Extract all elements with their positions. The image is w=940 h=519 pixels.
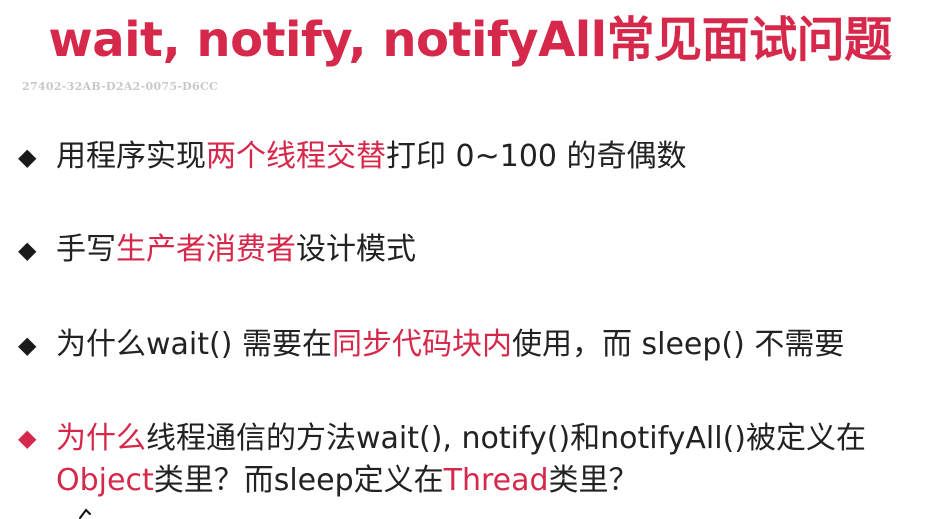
diamond-bullet-icon: ◆: [18, 331, 37, 359]
bullet-highlight: Object: [56, 463, 154, 498]
diamond-bullet-icon: ◆: [18, 424, 37, 452]
bullet-highlight: Thread: [443, 463, 549, 498]
bullet-text: 为什么线程通信的方法wait(), notify()和notifyAll()被定…: [56, 418, 866, 502]
bullet-item: ◆ 为什么线程通信的方法wait(), notify()和notifyAll()被…: [18, 418, 928, 502]
bullet-item: ◆ 用程序实现两个线程交替打印 0~100 的奇偶数: [18, 137, 928, 177]
bullet-text-part: 打印 0~100 的奇偶数: [386, 139, 687, 174]
bullet-text-part: 使用，而 sleep() 不需要: [511, 327, 845, 362]
slide: wait, notify, notifyAll常见面试问题 27402-32AB…: [0, 0, 940, 519]
diamond-bullet-icon: ◆: [18, 143, 37, 171]
bullet-text: 手写生产者消费者设计模式: [56, 230, 416, 270]
bullet-item: ◆ 为什么wait() 需要在同步代码块内使用，而 sleep() 不需要: [18, 325, 928, 365]
bullet-text-part: 设计模式: [296, 232, 416, 267]
bullet-highlight: 同步代码块内: [331, 327, 512, 362]
bullet-text-part: 线程通信的方法wait(), notify()和notifyAll()被定义在: [146, 421, 867, 456]
bullet-text-part: 手写: [56, 232, 116, 267]
bullet-highlight: 为什么: [56, 421, 146, 456]
slide-title: wait, notify, notifyAll常见面试问题: [48, 12, 892, 68]
bullet-text: 用程序实现两个线程交替打印 0~100 的奇偶数: [56, 137, 687, 177]
bullet-highlight: 生产者消费者: [116, 232, 296, 267]
bullet-item: ◆ 手写生产者消费者设计模式: [18, 230, 928, 270]
pen-cursor-icon: [79, 508, 91, 519]
bullet-text-part: 类里？: [548, 463, 639, 498]
watermark-id: 27402-32AB-D2A2-0075-D6CC: [22, 80, 219, 93]
bullet-highlight: 两个线程交替: [206, 139, 386, 174]
bullet-text-part: 类里？而sleep定义在: [153, 463, 444, 498]
diamond-bullet-icon: ◆: [18, 236, 37, 264]
bullet-text-part: 用程序实现: [56, 139, 206, 174]
bullet-text: 为什么wait() 需要在同步代码块内使用，而 sleep() 不需要: [56, 325, 844, 365]
bullet-text-part: 为什么wait() 需要在: [56, 327, 332, 362]
